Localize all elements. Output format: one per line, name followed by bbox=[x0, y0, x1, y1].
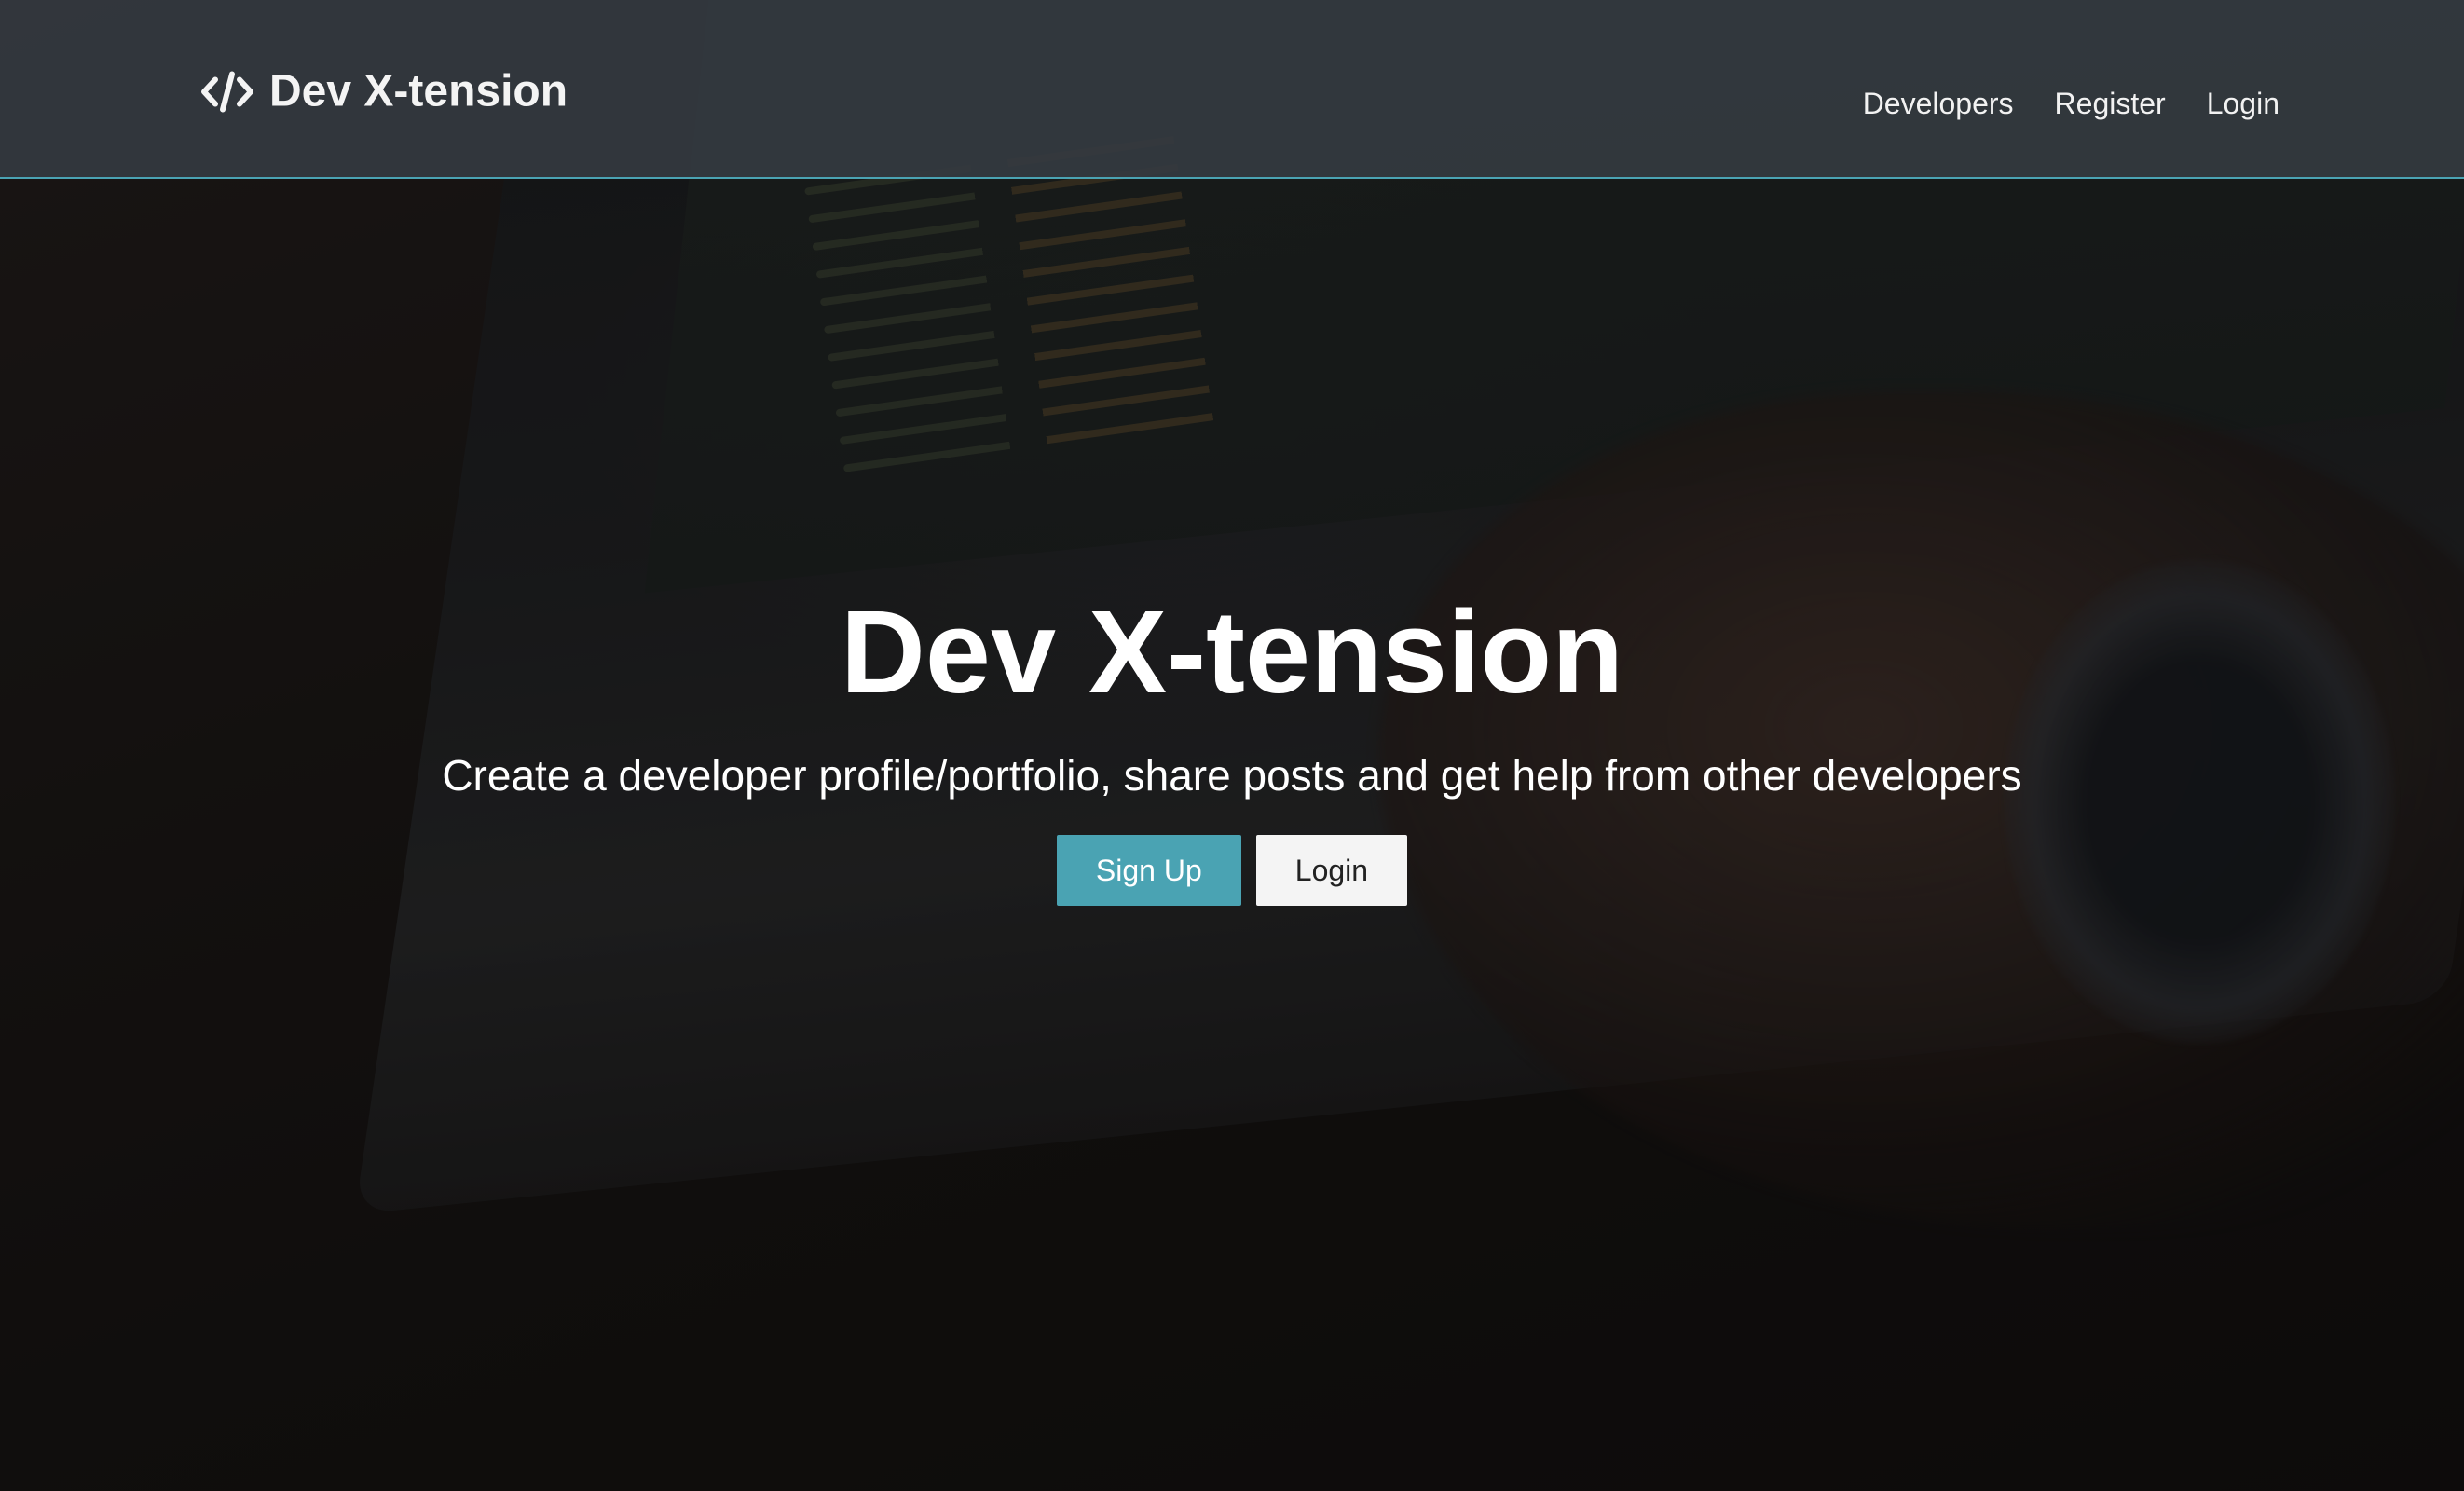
hero-buttons: Sign Up Login bbox=[0, 835, 2464, 906]
nav-link-register[interactable]: Register bbox=[2055, 87, 2166, 121]
login-button[interactable]: Login bbox=[1255, 835, 1408, 906]
brand-name: Dev X-tension bbox=[269, 66, 568, 116]
landing-page: Dev X-tension Developers Register Login … bbox=[0, 0, 2464, 1491]
code-icon bbox=[200, 70, 254, 113]
brand-link[interactable]: Dev X-tension bbox=[200, 66, 568, 117]
nav-link-login[interactable]: Login bbox=[2207, 87, 2279, 121]
sign-up-button[interactable]: Sign Up bbox=[1056, 835, 1241, 906]
hero-lead: Create a developer profile/portfolio, sh… bbox=[442, 751, 2022, 800]
nav-links: Developers Register Login bbox=[1863, 87, 2279, 121]
navbar: Dev X-tension Developers Register Login bbox=[0, 0, 2464, 179]
nav-link-developers[interactable]: Developers bbox=[1863, 87, 2014, 121]
hero: Dev X-tension Create a developer profile… bbox=[0, 578, 2464, 906]
hero-title: Dev X-tension bbox=[840, 586, 1624, 718]
